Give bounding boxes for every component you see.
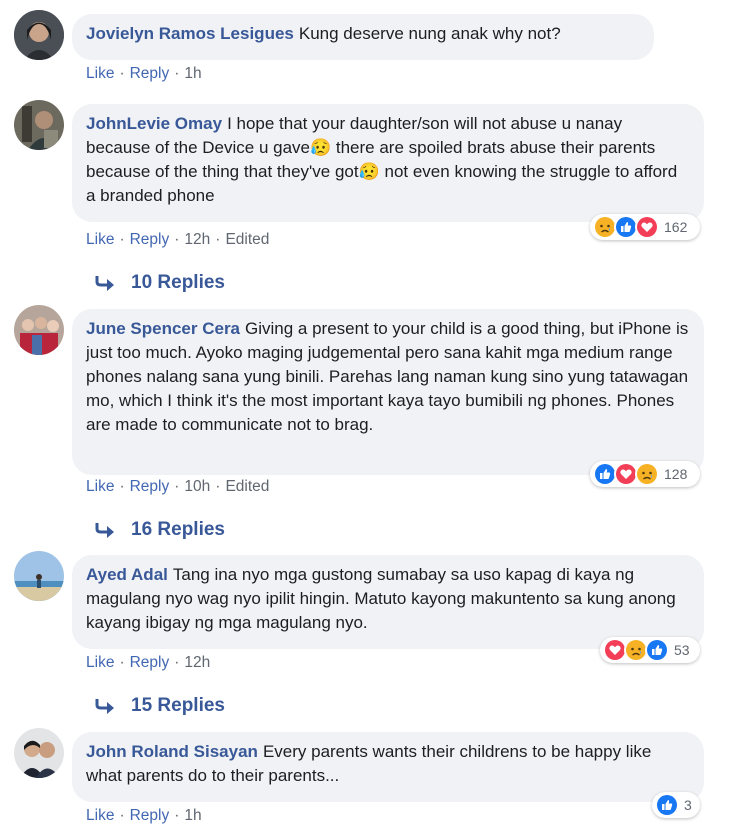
like-icon [655,793,679,817]
replies-label[interactable]: 10 Replies [131,272,225,294]
view-replies[interactable]: 10 Replies [95,272,225,294]
comment-time[interactable]: 12h [184,654,210,671]
comment-actions: Like · Reply · 1h [86,807,202,824]
like-icon [645,638,669,662]
like-link[interactable]: Like [86,654,114,671]
comment-bubble: June Spencer Cera Giving a present to you… [72,309,704,475]
comment-bubble: John Roland Sisayan Every parents wants t… [72,732,704,802]
reaction-count: 162 [664,219,688,235]
view-replies[interactable]: 15 Replies [95,695,225,717]
reaction-count: 3 [684,797,692,813]
reply-link[interactable]: Reply [130,231,170,248]
reply-link[interactable]: Reply [130,65,170,82]
comment-author[interactable]: JohnLevie Omay [86,114,222,133]
like-link[interactable]: Like [86,65,114,82]
reply-arrow-icon [95,276,114,291]
like-link[interactable]: Like [86,807,114,824]
comment-bubble: Ayed Adal Tang ina nyo mga gustong sumaba… [72,555,704,649]
comment-author[interactable]: John Roland Sisayan [86,742,258,761]
comment-author[interactable]: June Spencer Cera [86,319,240,338]
comment-text: Tang ina nyo mga gustong sumabay sa uso … [86,565,676,632]
avatar[interactable] [14,305,64,355]
reaction-count: 128 [664,466,688,482]
comment-time[interactable]: 1h [184,65,201,82]
reaction-summary[interactable]: 53 [600,637,700,663]
love-icon [635,215,659,239]
comment-actions: Like · Reply · 12h [86,654,211,671]
view-replies[interactable]: 16 Replies [95,519,225,541]
replies-label[interactable]: 16 Replies [131,519,225,541]
reply-link[interactable]: Reply [130,654,170,671]
reaction-summary[interactable]: 162 [590,214,700,240]
avatar[interactable] [14,10,64,60]
reply-link[interactable]: Reply [130,807,170,824]
comment-actions: Like · Reply · 12h · Edited [86,231,270,248]
edited-label[interactable]: Edited [225,478,269,495]
reaction-count: 53 [674,642,690,658]
comment-time[interactable]: 10h [184,478,210,495]
comment-actions: Like · Reply · 1h [86,65,202,82]
edited-label[interactable]: Edited [225,231,269,248]
reply-arrow-icon [95,699,114,714]
comment-author[interactable]: Jovielyn Ramos Lesigues [86,24,294,43]
comment-actions: Like · Reply · 10h · Edited [86,478,270,495]
reaction-summary[interactable]: 3 [652,792,700,818]
avatar[interactable] [14,100,64,150]
comment-text: Kung deserve nung anak why not? [298,24,561,43]
like-link[interactable]: Like [86,478,114,495]
comment-time[interactable]: 1h [184,807,201,824]
avatar[interactable] [14,728,64,778]
reply-arrow-icon [95,523,114,538]
reaction-summary[interactable]: 128 [590,461,700,487]
comment-time[interactable]: 12h [184,231,210,248]
like-link[interactable]: Like [86,231,114,248]
replies-label[interactable]: 15 Replies [131,695,225,717]
comment-author[interactable]: Ayed Adal [86,565,168,584]
comment-bubble: Jovielyn Ramos Lesigues Kung deserve nung… [72,14,654,60]
comment-bubble: JohnLevie Omay I hope that your daughter/… [72,104,704,222]
avatar[interactable] [14,551,64,601]
reply-link[interactable]: Reply [130,478,170,495]
sad-icon [635,462,659,486]
